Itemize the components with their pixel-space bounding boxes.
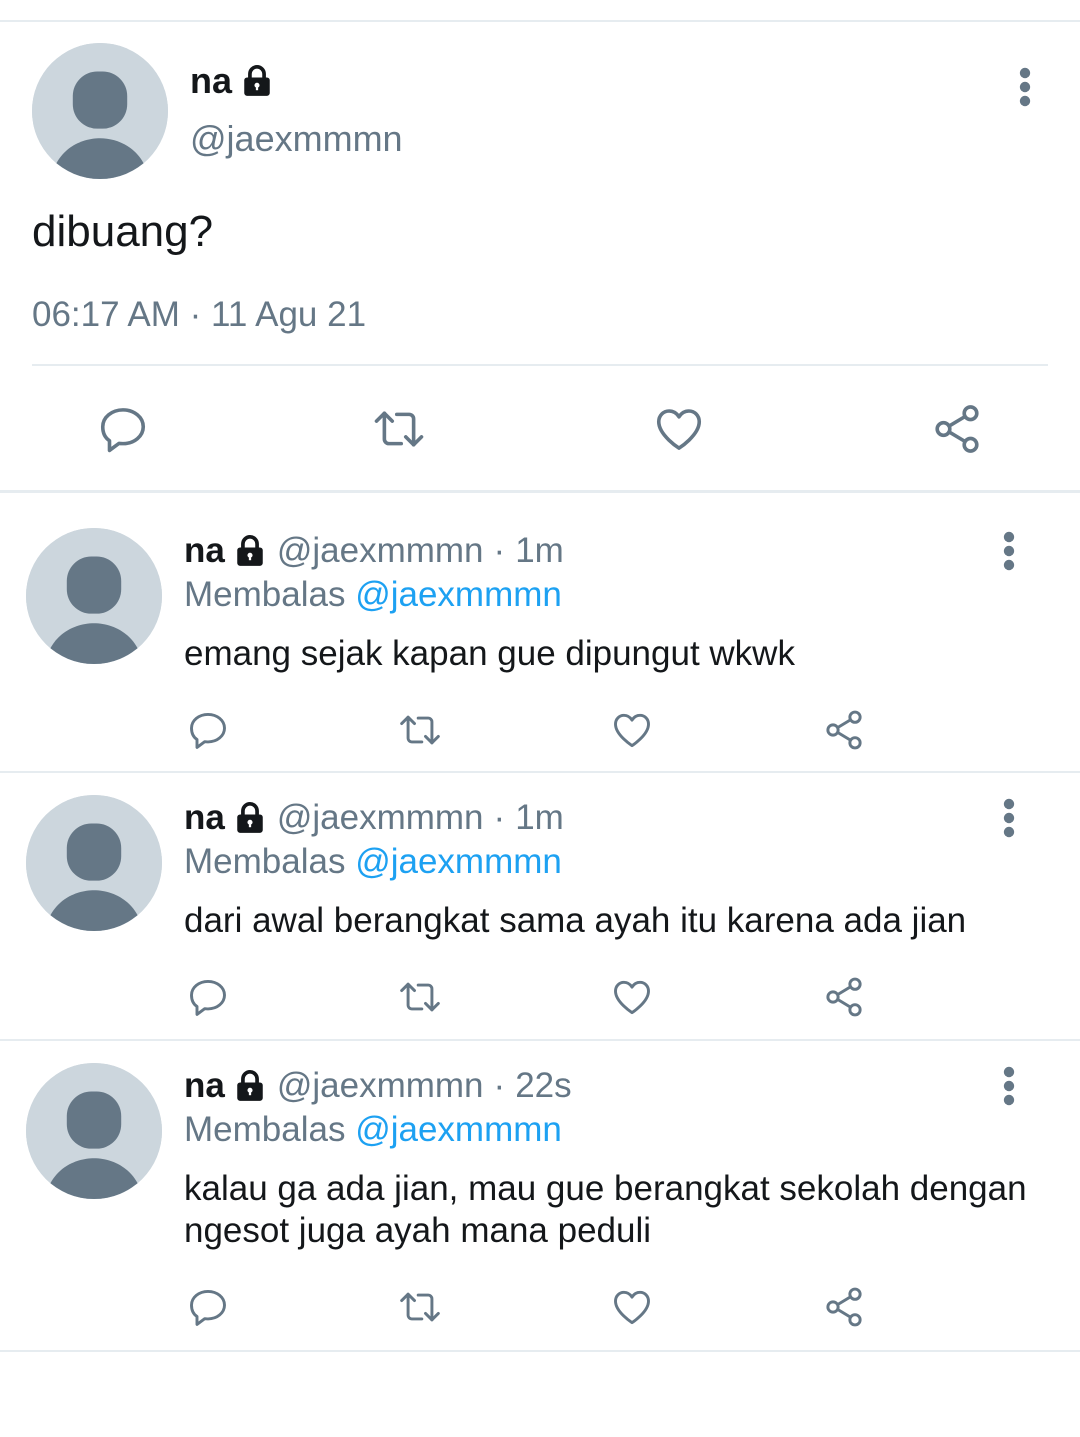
tweet-timestamp: 06:17 AM · 11 Agu 21 <box>32 295 367 334</box>
reply-icon[interactable] <box>186 975 230 1019</box>
lock-icon <box>233 534 267 568</box>
replying-label: Membalas <box>184 842 346 881</box>
default-avatar-icon <box>26 795 162 931</box>
user-handle[interactable]: @jaexmmmn <box>277 798 484 838</box>
share-icon[interactable] <box>822 975 866 1019</box>
replying-to: Membalas @jaexmmmn <box>184 842 562 882</box>
section-divider <box>0 1350 1080 1352</box>
like-icon[interactable] <box>610 708 654 752</box>
reply-tweet[interactable]: na @jaexmmmn · 22s Membalas @jaexmmmn ka… <box>0 1028 1080 1348</box>
default-avatar-icon <box>32 43 168 179</box>
tweet-time: 1m <box>515 531 564 570</box>
display-name[interactable]: na <box>184 1066 225 1106</box>
replying-to: Membalas @jaexmmmn <box>184 575 562 615</box>
more-vertical-icon[interactable] <box>1015 67 1035 107</box>
share-icon[interactable] <box>822 708 866 752</box>
lock-icon <box>233 801 267 835</box>
separator-dot: · <box>493 1066 506 1105</box>
replying-to: Membalas @jaexmmmn <box>184 1110 562 1150</box>
display-name[interactable]: na <box>190 60 274 102</box>
lock-icon <box>240 64 274 98</box>
share-icon[interactable] <box>930 402 984 456</box>
share-icon[interactable] <box>822 1285 866 1329</box>
lock-icon <box>233 1069 267 1103</box>
user-handle[interactable]: @jaexmmmn <box>277 531 484 571</box>
default-avatar-icon <box>26 1063 162 1199</box>
separator-dot: · <box>493 531 506 570</box>
reply-icon[interactable] <box>186 1285 230 1329</box>
separator-dot: · <box>493 798 506 837</box>
replying-label: Membalas <box>184 575 346 614</box>
more-vertical-icon[interactable] <box>999 531 1019 571</box>
like-icon[interactable] <box>610 975 654 1019</box>
reply-header: na @jaexmmmn · 1m <box>184 798 564 838</box>
retweet-icon[interactable] <box>398 708 442 752</box>
main-tweet: na @jaexmmmn dibuang? 06:17 AM · 11 Agu … <box>0 22 1080 490</box>
user-handle[interactable]: @jaexmmmn <box>277 1066 484 1106</box>
replying-to-link[interactable]: @jaexmmmn <box>355 575 562 614</box>
replying-to-link[interactable]: @jaexmmmn <box>355 842 562 881</box>
retweet-icon[interactable] <box>372 402 426 456</box>
replying-to-link[interactable]: @jaexmmmn <box>355 1110 562 1149</box>
tweet-text: kalau ga ada jian, mau gue berangkat sek… <box>184 1169 1027 1250</box>
reply-icon[interactable] <box>186 708 230 752</box>
user-handle[interactable]: @jaexmmmn <box>190 118 403 160</box>
like-icon[interactable] <box>610 1285 654 1329</box>
avatar[interactable] <box>26 1063 162 1199</box>
tweet-text: emang sejak kapan gue dipungut wkwk <box>184 634 795 673</box>
replying-label: Membalas <box>184 1110 346 1149</box>
divider <box>32 364 1048 366</box>
like-icon[interactable] <box>652 402 706 456</box>
retweet-icon[interactable] <box>398 975 442 1019</box>
avatar[interactable] <box>26 528 162 664</box>
tweet-text: dibuang? <box>32 207 214 256</box>
default-avatar-icon <box>26 528 162 664</box>
retweet-icon[interactable] <box>398 1285 442 1329</box>
display-name-text: na <box>190 60 233 101</box>
display-name[interactable]: na <box>184 798 225 838</box>
reply-header: na @jaexmmmn · 22s <box>184 1066 572 1106</box>
tweet-text: dari awal berangkat sama ayah itu karena… <box>184 901 967 940</box>
display-name[interactable]: na <box>184 531 225 571</box>
more-vertical-icon[interactable] <box>999 798 1019 838</box>
tweet-time: 1m <box>515 798 564 837</box>
avatar[interactable] <box>32 43 168 179</box>
tweet-time: 22s <box>515 1066 572 1105</box>
avatar[interactable] <box>26 795 162 931</box>
more-vertical-icon[interactable] <box>999 1066 1019 1106</box>
reply-tweet[interactable]: na @jaexmmmn · 1m Membalas @jaexmmmn ema… <box>0 493 1080 771</box>
reply-header: na @jaexmmmn · 1m <box>184 531 564 571</box>
reply-tweet[interactable]: na @jaexmmmn · 1m Membalas @jaexmmmn dar… <box>0 760 1080 1038</box>
reply-icon[interactable] <box>96 402 150 456</box>
